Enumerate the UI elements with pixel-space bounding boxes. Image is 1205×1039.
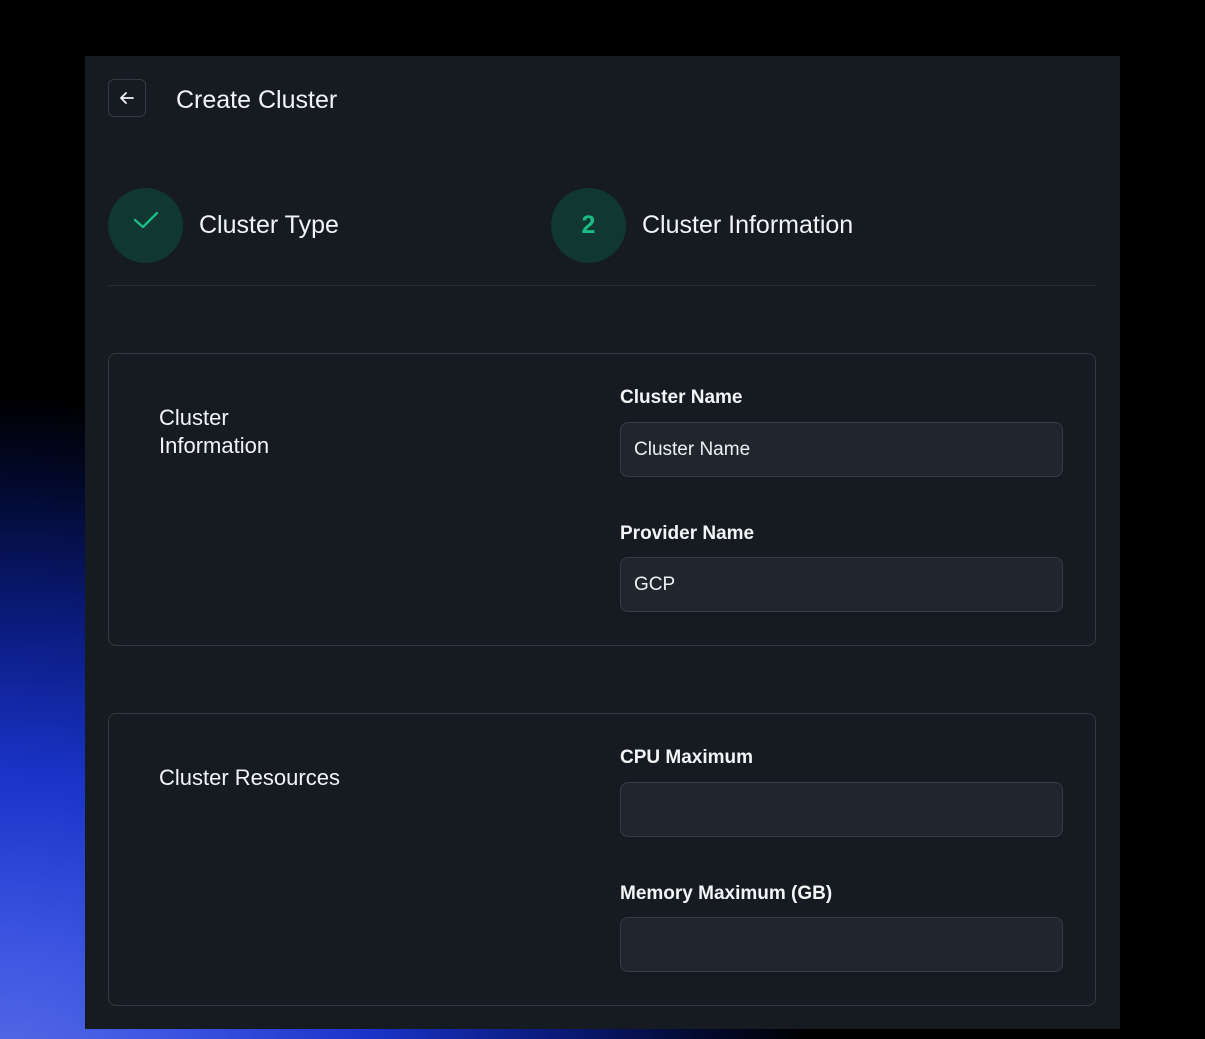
page-title: Create Cluster (176, 86, 338, 114)
divider (108, 285, 1096, 286)
cluster-information-card: Cluster Information Cluster Name Provide… (108, 353, 1096, 646)
cpu-maximum-label: CPU Maximum (620, 747, 754, 768)
provider-name-label: Provider Name (620, 523, 755, 544)
provider-name-input[interactable] (620, 557, 1063, 612)
cluster-resources-card: Cluster Resources CPU Maximum Memory Max… (108, 713, 1096, 1006)
step-active-circle: 2 (551, 187, 626, 263)
cluster-name-label: Cluster Name (620, 387, 743, 408)
step-label: Cluster Type (199, 210, 339, 239)
create-cluster-panel: Create Cluster Cluster Type 2 Cluster In… (85, 56, 1120, 1029)
step-cluster-information[interactable]: 2 Cluster Information (551, 187, 853, 263)
arrow-left-icon (118, 89, 136, 107)
section-title: Cluster Information (159, 405, 270, 458)
step-cluster-type[interactable]: Cluster Type (108, 187, 339, 263)
step-completed-circle (108, 187, 183, 263)
cpu-maximum-input[interactable] (620, 782, 1063, 837)
step-number: 2 (581, 210, 596, 239)
cluster-name-input[interactable] (620, 422, 1063, 477)
step-label: Cluster Information (642, 210, 854, 239)
checkmark-icon (132, 209, 160, 231)
section-title: Cluster Resources (159, 765, 340, 790)
memory-maximum-label: Memory Maximum (GB) (620, 883, 833, 904)
memory-maximum-input[interactable] (620, 917, 1063, 972)
back-button[interactable] (108, 79, 146, 117)
